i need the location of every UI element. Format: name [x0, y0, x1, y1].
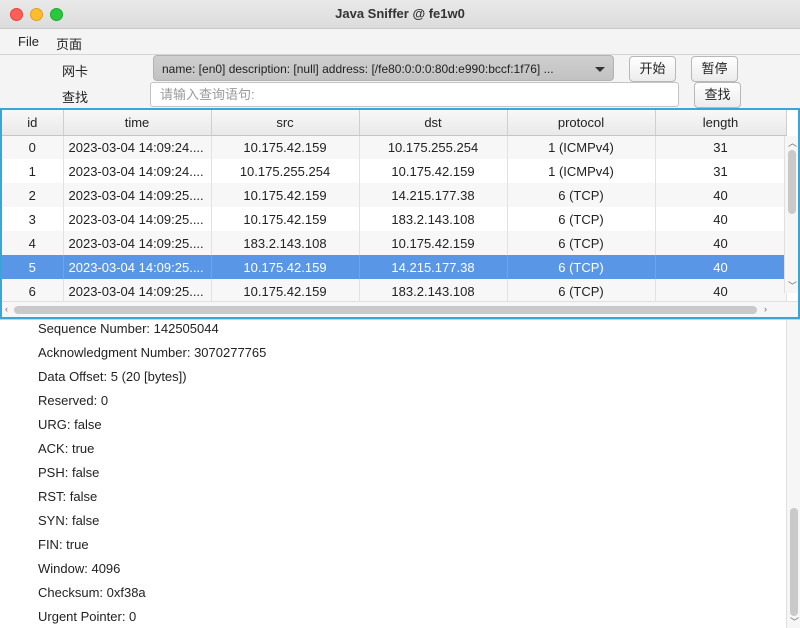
- packet-table[interactable]: id time src dst protocol length 0 2023-03…: [0, 108, 800, 319]
- detail-vertical-scrollbar[interactable]: ﹀: [786, 320, 800, 628]
- cell-protocol: 6 (TCP): [507, 231, 656, 255]
- cell-src: 10.175.42.159: [211, 183, 360, 207]
- pause-button[interactable]: 暂停: [691, 56, 738, 82]
- table-body: 0 2023-03-04 14:09:24.... 10.175.42.159 10.…: [2, 135, 787, 303]
- cell-length: 40: [655, 207, 787, 231]
- cell-length: 40: [655, 231, 787, 255]
- search-input[interactable]: [150, 82, 679, 107]
- scroll-up-icon[interactable]: ︿: [788, 139, 797, 148]
- table-row[interactable]: 0 2023-03-04 14:09:24.... 10.175.42.159 10.…: [2, 135, 787, 159]
- detail-line: Urgent Pointer: 0: [38, 609, 137, 624]
- cell-dst: 10.175.42.159: [359, 231, 508, 255]
- detail-line: Data Offset: 5 (20 [bytes]): [38, 369, 187, 384]
- column-header-dst[interactable]: dst: [359, 110, 508, 136]
- column-header-time[interactable]: time: [63, 110, 212, 136]
- cell-dst: 183.2.143.108: [359, 207, 508, 231]
- table-row[interactable]: 3 2023-03-04 14:09:25.... 10.175.42.159 183…: [2, 207, 787, 231]
- cell-protocol: 1 (ICMPv4): [507, 135, 656, 159]
- table-row[interactable]: 6 2023-03-04 14:09:25.... 10.175.42.159 183…: [2, 279, 787, 303]
- table-vertical-scrollbar[interactable]: ︿ ﹀: [784, 136, 798, 293]
- cell-protocol: 6 (TCP): [507, 255, 656, 279]
- cell-time: 2023-03-04 14:09:25....: [63, 207, 212, 231]
- column-header-length[interactable]: length: [655, 110, 787, 136]
- app-window: Java Sniffer @ fe1w0 File 页面 网卡 name: [e…: [0, 0, 800, 628]
- cell-time: 2023-03-04 14:09:24....: [63, 135, 212, 159]
- cell-length: 40: [655, 183, 787, 207]
- search-label: 查找: [62, 90, 89, 105]
- cell-protocol: 6 (TCP): [507, 183, 656, 207]
- cell-src: 10.175.42.159: [211, 135, 360, 159]
- column-header-src[interactable]: src: [211, 110, 360, 136]
- cell-length: 31: [655, 159, 787, 183]
- table-row[interactable]: 1 2023-03-04 14:09:24.... 10.175.255.254 10…: [2, 159, 787, 183]
- cell-dst: 10.175.42.159: [359, 159, 508, 183]
- cell-src: 10.175.255.254: [211, 159, 360, 183]
- scroll-down-icon[interactable]: ﹀: [788, 282, 797, 291]
- cell-id: 1: [2, 159, 64, 183]
- packet-detail-panel[interactable]: ﹀ Sequence Number: 142505044 Acknowledgme…: [0, 319, 800, 628]
- cell-length: 40: [655, 279, 787, 303]
- column-header-id[interactable]: id: [2, 110, 64, 136]
- detail-line: Checksum: 0xf38a: [38, 585, 146, 600]
- cell-id: 4: [2, 231, 64, 255]
- detail-line: Reserved: 0: [38, 393, 109, 408]
- nic-label: 网卡: [62, 64, 89, 79]
- detail-line: ACK: true: [38, 441, 95, 456]
- cell-time: 2023-03-04 14:09:25....: [63, 231, 212, 255]
- detail-line: RST: false: [38, 489, 98, 504]
- nic-select[interactable]: name: [en0] description: [null] address:…: [153, 55, 614, 81]
- title-bar: Java Sniffer @ fe1w0: [0, 0, 800, 29]
- cell-protocol: 6 (TCP): [507, 279, 656, 303]
- cell-id: 6: [2, 279, 64, 303]
- menu-bar: File 页面: [0, 29, 800, 55]
- detail-line: SYN: false: [38, 513, 100, 528]
- cell-time: 2023-03-04 14:09:25....: [63, 183, 212, 207]
- cell-protocol: 6 (TCP): [507, 207, 656, 231]
- cell-dst: 10.175.255.254: [359, 135, 508, 159]
- menu-page[interactable]: 页面: [56, 34, 82, 53]
- cell-length: 40: [655, 255, 787, 279]
- cell-length: 31: [655, 135, 787, 159]
- detail-line: URG: false: [38, 417, 102, 432]
- table-row[interactable]: 4 2023-03-04 14:09:25.... 183.2.143.108 10.…: [2, 231, 787, 255]
- cell-time: 2023-03-04 14:09:25....: [63, 279, 212, 303]
- menu-file[interactable]: File: [18, 34, 39, 49]
- cell-time: 2023-03-04 14:09:25....: [63, 255, 212, 279]
- search-button[interactable]: 查找: [694, 82, 741, 108]
- cell-protocol: 1 (ICMPv4): [507, 159, 656, 183]
- cell-src: 10.175.42.159: [211, 255, 360, 279]
- detail-line: Acknowledgment Number: 3070277765: [38, 345, 267, 360]
- window-title: Java Sniffer @ fe1w0: [335, 6, 465, 21]
- cell-id: 2: [2, 183, 64, 207]
- detail-line: Window: 4096: [38, 561, 121, 576]
- scroll-thumb[interactable]: [14, 306, 757, 314]
- scroll-thumb[interactable]: [788, 150, 796, 214]
- table-header: id time src dst protocol length: [2, 110, 787, 136]
- cell-id: 5: [2, 255, 64, 279]
- cell-id: 3: [2, 207, 64, 231]
- scroll-thumb[interactable]: [790, 508, 798, 616]
- detail-line: Sequence Number: 142505044: [38, 321, 219, 336]
- chevron-down-icon: [595, 67, 605, 72]
- nic-select-value: name: [en0] description: [null] address:…: [162, 62, 554, 76]
- cell-src: 10.175.42.159: [211, 207, 360, 231]
- cell-src: 183.2.143.108: [211, 231, 360, 255]
- column-header-protocol[interactable]: protocol: [507, 110, 656, 136]
- table-row[interactable]: 5 2023-03-04 14:09:25.... 10.175.42.159 14.…: [2, 255, 787, 279]
- cell-dst: 183.2.143.108: [359, 279, 508, 303]
- start-button[interactable]: 开始: [629, 56, 676, 82]
- scroll-right-icon[interactable]: ›: [764, 305, 767, 314]
- cell-src: 10.175.42.159: [211, 279, 360, 303]
- scroll-down-icon[interactable]: ﹀: [790, 618, 799, 627]
- cell-dst: 14.215.177.38: [359, 255, 508, 279]
- table-horizontal-scrollbar[interactable]: ‹ ›: [2, 301, 798, 317]
- scroll-left-icon[interactable]: ‹: [5, 305, 8, 314]
- cell-dst: 14.215.177.38: [359, 183, 508, 207]
- detail-line: PSH: false: [38, 465, 100, 480]
- table-row[interactable]: 2 2023-03-04 14:09:25.... 10.175.42.159 14.…: [2, 183, 787, 207]
- cell-time: 2023-03-04 14:09:24....: [63, 159, 212, 183]
- detail-line: FIN: true: [38, 537, 89, 552]
- cell-id: 0: [2, 135, 64, 159]
